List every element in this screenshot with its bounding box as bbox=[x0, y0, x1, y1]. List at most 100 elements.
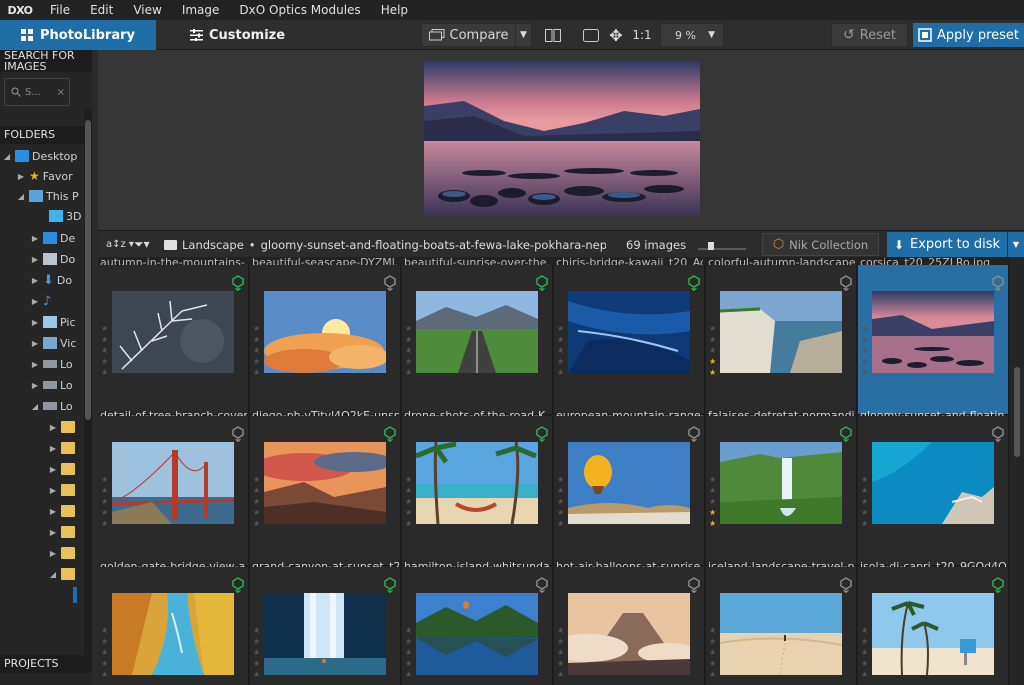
tree-item-local-disk-2[interactable]: ▶ Lo bbox=[30, 375, 73, 395]
rating-stars[interactable]: ★ ★ ★ ★ ★ bbox=[253, 625, 261, 680]
thumbnail-cell[interactable]: ★★★★★grand-canyon-at-sunset_t2... bbox=[250, 416, 401, 573]
thumbnail-cell[interactable]: ★★★★★gloomy-sunset-and-floatin... bbox=[858, 265, 1009, 422]
star-icon[interactable]: ★ bbox=[861, 518, 869, 529]
tree-item-downloads[interactable]: ▶ ⬇ Do bbox=[30, 270, 72, 290]
collapsed-arrow-icon[interactable]: ▶ bbox=[30, 318, 40, 327]
expanded-arrow-icon[interactable]: ◢ bbox=[16, 192, 26, 201]
star-icon[interactable]: ★ bbox=[405, 356, 413, 367]
collapsed-arrow-icon[interactable]: ▶ bbox=[30, 276, 40, 285]
star-icon[interactable]: ★ bbox=[253, 658, 261, 669]
zoom-select[interactable]: 9 % ▼ bbox=[660, 23, 724, 47]
star-icon[interactable]: ★ bbox=[557, 496, 565, 507]
rating-stars[interactable]: ★ ★ ★ ★ ★ bbox=[557, 323, 565, 378]
thumbnail-image[interactable] bbox=[568, 593, 690, 675]
tab-customize[interactable]: Customize bbox=[190, 20, 285, 50]
star-icon[interactable]: ★ bbox=[861, 507, 869, 518]
thumbnail-cell[interactable]: ★ ★ ★ ★ ★ bbox=[250, 567, 401, 685]
star-icon[interactable]: ★ bbox=[709, 669, 717, 680]
star-icon[interactable]: ★ bbox=[405, 647, 413, 658]
star-icon[interactable]: ★ bbox=[405, 625, 413, 636]
star-icon[interactable]: ★ bbox=[101, 485, 109, 496]
tree-item-this-pc[interactable]: ◢ This P bbox=[16, 186, 79, 206]
star-icon[interactable]: ★ bbox=[861, 669, 869, 680]
star-icon[interactable]: ★ bbox=[405, 323, 413, 334]
rating-stars[interactable]: ★ ★ ★ ★ ★ bbox=[861, 625, 869, 680]
thumbnail-cell[interactable]: ★ ★ ★ ★ ★ bbox=[706, 567, 857, 685]
menu-help[interactable]: Help bbox=[371, 0, 418, 20]
star-icon[interactable]: ★ bbox=[557, 636, 565, 647]
collapsed-arrow-icon[interactable]: ▶ bbox=[48, 423, 58, 432]
slider-icon[interactable] bbox=[698, 238, 746, 252]
star-icon[interactable]: ★ bbox=[861, 323, 869, 334]
rating-stars[interactable]: ★ ★ ★ ★ ★ bbox=[101, 474, 109, 529]
star-icon[interactable]: ★ bbox=[861, 345, 869, 356]
collapsed-arrow-icon[interactable]: ▶ bbox=[16, 172, 26, 181]
rating-stars[interactable]: ★ ★ ★ ★ ★ bbox=[861, 323, 869, 378]
thumbnail-image[interactable] bbox=[568, 291, 690, 373]
compare-button[interactable]: Compare bbox=[421, 23, 516, 47]
thumbnail-cell[interactable]: ★★★★★detail-of-tree-branch-cover... bbox=[98, 265, 249, 422]
star-icon[interactable]: ★ bbox=[101, 507, 109, 518]
tree-subfolder[interactable]: ▶ bbox=[48, 543, 78, 563]
tab-photolibrary[interactable]: PhotoLibrary bbox=[0, 20, 156, 50]
thumbnail-image[interactable] bbox=[416, 593, 538, 675]
star-icon[interactable]: ★ bbox=[101, 636, 109, 647]
star-icon[interactable]: ★ bbox=[253, 496, 261, 507]
star-icon[interactable]: ★ bbox=[101, 345, 109, 356]
rating-stars[interactable]: ★ ★ ★ ★ ★ bbox=[405, 625, 413, 680]
star-icon[interactable]: ★ bbox=[253, 367, 261, 378]
star-icon[interactable]: ★ bbox=[861, 658, 869, 669]
expanded-arrow-icon[interactable]: ◢ bbox=[2, 152, 12, 161]
filter-button[interactable]: ⏷▾ bbox=[134, 231, 150, 258]
star-icon[interactable]: ★ bbox=[101, 367, 109, 378]
star-icon[interactable]: ★ bbox=[101, 625, 109, 636]
tree-subfolder[interactable]: ▶ bbox=[48, 459, 78, 479]
star-icon[interactable]: ★ bbox=[101, 496, 109, 507]
star-icon[interactable]: ★ bbox=[557, 323, 565, 334]
thumbnail-size-slider[interactable] bbox=[698, 231, 746, 258]
thumbnail-image[interactable] bbox=[264, 442, 386, 524]
tree-item-documents[interactable]: ▶ Do bbox=[30, 249, 75, 269]
star-icon[interactable]: ★ bbox=[101, 474, 109, 485]
thumbnail-image[interactable] bbox=[720, 291, 842, 373]
thumbnail-cell[interactable]: ★★★★★hot-air-balloons-at-sunrise... bbox=[554, 416, 705, 573]
collapsed-arrow-icon[interactable]: ▶ bbox=[48, 549, 58, 558]
tree-item-local-disk-1[interactable]: ▶ Lo bbox=[30, 354, 73, 374]
collapsed-arrow-icon[interactable]: ▶ bbox=[30, 234, 40, 243]
star-icon[interactable]: ★ bbox=[709, 496, 717, 507]
expanded-arrow-icon[interactable]: ◢ bbox=[30, 402, 40, 411]
star-icon[interactable]: ★ bbox=[405, 507, 413, 518]
thumbnail-image[interactable] bbox=[112, 291, 234, 373]
star-icon[interactable]: ★ bbox=[405, 334, 413, 345]
star-icon[interactable]: ★ bbox=[253, 345, 261, 356]
zoom-1to1-button[interactable]: 1:1 bbox=[630, 23, 654, 47]
collapsed-arrow-icon[interactable]: ▶ bbox=[48, 444, 58, 453]
rating-stars[interactable]: ★ ★ ★ ★ ★ bbox=[405, 323, 413, 378]
tree-item-pictures[interactable]: ▶ Pic bbox=[30, 312, 76, 332]
thumbnail-image[interactable] bbox=[872, 291, 994, 373]
star-icon[interactable]: ★ bbox=[405, 518, 413, 529]
tree-item-desktop[interactable]: ◢ Desktop bbox=[2, 146, 77, 166]
collapsed-arrow-icon[interactable]: ▶ bbox=[30, 297, 40, 306]
collapsed-arrow-icon[interactable]: ▶ bbox=[30, 360, 40, 369]
thumbnail-image[interactable] bbox=[416, 442, 538, 524]
scroll-thumb[interactable] bbox=[85, 120, 91, 420]
star-icon[interactable]: ★ bbox=[861, 636, 869, 647]
preview-image[interactable] bbox=[424, 61, 700, 216]
star-icon[interactable]: ★ bbox=[557, 625, 565, 636]
reset-button[interactable]: ↺ Reset bbox=[831, 23, 908, 47]
star-icon[interactable]: ★ bbox=[861, 485, 869, 496]
star-icon[interactable]: ★ bbox=[405, 496, 413, 507]
rating-stars[interactable]: ★ ★ ★ ★ ★ bbox=[405, 474, 413, 529]
rating-stars[interactable]: ★ ★ ★ ★ ★ bbox=[709, 474, 717, 529]
menu-optics-modules[interactable]: DxO Optics Modules bbox=[229, 0, 370, 20]
export-dropdown[interactable]: ▼ bbox=[1008, 232, 1024, 257]
star-icon[interactable]: ★ bbox=[861, 367, 869, 378]
star-icon[interactable]: ★ bbox=[557, 507, 565, 518]
menu-file[interactable]: File bbox=[40, 0, 80, 20]
rating-stars[interactable]: ★ ★ ★ ★ ★ bbox=[253, 474, 261, 529]
star-icon[interactable]: ★ bbox=[101, 334, 109, 345]
star-icon[interactable]: ★ bbox=[709, 334, 717, 345]
tree-subfolder[interactable]: ▶ bbox=[48, 522, 78, 542]
rating-stars[interactable]: ★ ★ ★ ★ ★ bbox=[253, 323, 261, 378]
